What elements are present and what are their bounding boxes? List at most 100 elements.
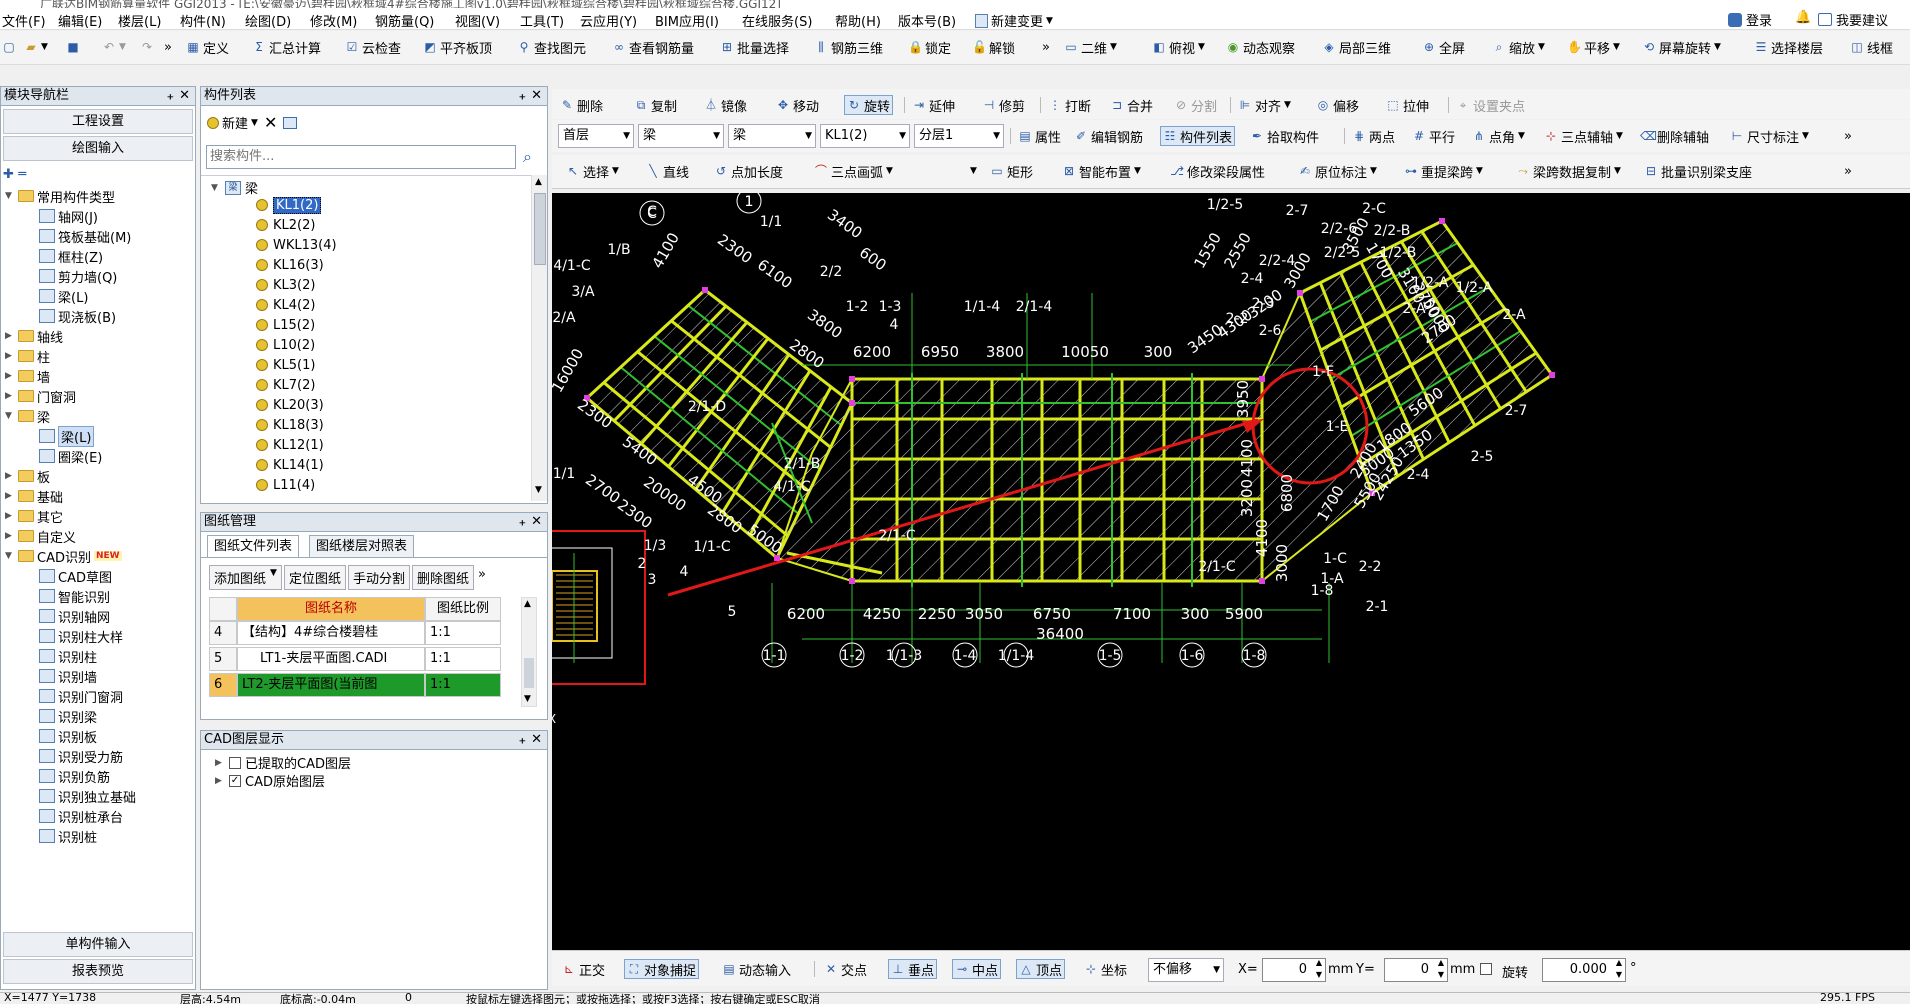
nav-folder[interactable]: ▶ 轴线 [5,327,63,346]
close-icon[interactable]: ✕ [531,731,542,749]
component-item[interactable]: KL18(3) [256,416,324,434]
delete-axis-button[interactable]: ⌫ 删除辅轴 [1638,126,1711,146]
intersection-button[interactable]: ✕ 交点 [822,959,869,979]
edit-rebar-button[interactable]: ✐ 编辑钢筋 [1072,126,1145,146]
nav-item[interactable]: 智能识别 [39,587,110,606]
nav-item[interactable]: 识别梁 [39,707,97,726]
nav-item[interactable]: 圈梁(E) [39,447,102,466]
project-settings-button[interactable]: 工程设置 [3,109,193,134]
more-icon[interactable]: » [476,565,488,590]
close-icon[interactable]: ✕ [179,87,190,105]
menu-component[interactable]: 构件(N) [180,11,226,30]
pin-icon[interactable]: ᚐ [520,88,525,106]
tree-root[interactable]: ▼ 梁梁 [211,178,258,197]
modify-beam-attr-button[interactable]: ⎇ 修改梁段属性 [1168,161,1267,181]
delete-drawing-button[interactable]: 删除图纸 [411,565,474,590]
nav-item[interactable]: 现浇板(B) [39,307,116,326]
copy-button[interactable]: ⧉ 复制 [632,95,679,115]
three-point-axis-button[interactable]: ⊹ 三点辅轴 ▼ [1542,126,1625,146]
extend-button[interactable]: ⇥ 延伸 [910,95,957,115]
expand-collapse-icon[interactable]: ✚ ═ [3,167,26,182]
checkbox-unchecked[interactable] [229,756,241,769]
three-point-arc-button[interactable]: ⌒ 三点画弧 ▼ [812,161,895,181]
drawing-name[interactable]: LT2-夹层平面图(当前图 [237,673,425,697]
collapse-icon[interactable]: ▼ [5,411,15,421]
batch-select-button[interactable]: ⊞ 批量选择 [718,37,791,57]
pick-component-button[interactable]: ✒ 拾取构件 [1248,126,1321,146]
undo-icon[interactable]: ↶ ▼ [100,37,128,57]
nav-folder[interactable]: ▶ 柱 [5,347,50,366]
expand-icon[interactable]: ▶ [5,371,15,381]
redo-icon[interactable]: ↷ [138,37,156,57]
nav-folder[interactable]: ▶ 门窗洞 [5,387,76,406]
offset-button[interactable]: ◎ 偏移 [1314,95,1361,115]
open-folder-icon[interactable]: ▰ ▼ [22,37,50,57]
unlock-button[interactable]: 🔓 解锁 [970,37,1017,57]
copy-icon[interactable] [283,116,298,129]
drawings-scrollbar[interactable]: ▲ ▼ [521,597,537,707]
drawing-scale[interactable]: 1:1 [425,647,501,671]
split-button[interactable]: ⊘ 分割 [1172,95,1219,115]
menu-rebar[interactable]: 钢筋量(Q) [375,11,434,30]
manual-split-button[interactable]: 手动分割 [347,565,410,590]
coordinate-button[interactable]: ⊹ 坐标 [1082,959,1129,979]
pin-icon[interactable]: ᚐ [520,732,525,750]
nav-folder[interactable]: ▼ 常用构件类型 [5,187,115,206]
expand-icon[interactable]: ▶ [5,531,15,541]
align-slab-top-button[interactable]: ◩ 平齐板顶 [421,37,494,57]
nav-item[interactable]: 框柱(Z) [39,247,103,266]
drawing-name[interactable]: LT1-夹层平面图.CADI [237,647,425,671]
nav-item[interactable]: 识别桩 [39,827,97,846]
summary-calc-button[interactable]: Σ 汇总计算 [250,37,323,57]
dropdown-arrow-icon[interactable]: ▼ [968,161,979,181]
close-icon[interactable]: ✕ [531,87,542,105]
nav-folder[interactable]: ▶ 其它 [5,507,63,526]
menu-view[interactable]: 视图(V) [455,11,500,30]
expand-icon[interactable]: ▶ [5,331,15,341]
rotate-checkbox[interactable] [1480,963,1492,978]
nav-folder[interactable]: ▶ 墙 [5,367,50,386]
nav-item[interactable]: 识别柱大样 [39,627,123,646]
menu-bim[interactable]: BIM应用(I) [655,11,719,30]
component-item[interactable]: KL2(2) [256,216,315,234]
close-icon[interactable]: ✕ [531,513,542,531]
search-input[interactable] [207,146,507,166]
rebar-3d-button[interactable]: ⫼ 钢筋三维 [812,37,885,57]
pin-icon[interactable]: ᚐ [168,88,173,106]
select-floor-button[interactable]: ☰ 选择楼层 [1752,37,1825,57]
in-place-mark-button[interactable]: ✍ 原位标注 ▼ [1296,161,1379,181]
nav-item[interactable]: 识别板 [39,727,97,746]
row-number[interactable]: 4 [209,621,237,645]
menu-draw[interactable]: 绘图(D) [245,11,291,30]
col-drawing-scale[interactable]: 图纸比例 [425,597,501,621]
nav-folder[interactable]: ▼ 梁 [5,407,50,426]
more4-icon[interactable]: » [1842,161,1854,181]
floor-select[interactable]: 首层 ▼ [558,124,634,148]
nav-folder[interactable]: ▶ 基础 [5,487,63,506]
copy-span-data-button[interactable]: ⤳ 梁跨数据复制 ▼ [1514,161,1623,181]
offset-mode-select[interactable]: 不偏移 ▼ [1148,958,1224,982]
properties-button[interactable]: ▤ 属性 [1016,126,1063,146]
two-point-button[interactable]: ⋕ 两点 [1350,126,1397,146]
x-input[interactable]: 0 ▲ ▼ [1262,958,1326,982]
set-grip-button[interactable]: ⌖ 设置夹点 [1454,95,1527,115]
tab-drawing-floors[interactable]: 图纸楼层对照表 [309,535,415,557]
y-input[interactable]: 0 ▲ ▼ [1384,958,1448,982]
nav-item[interactable]: 剪力墙(Q) [39,267,117,286]
select-button[interactable]: ↖ 选择 ▼ [564,161,621,181]
more-icon[interactable]: » [162,37,174,57]
layer-extracted[interactable]: ▶ 已提取的CAD图层 [215,753,351,772]
component-item[interactable]: KL7(2) [256,376,315,394]
nav-folder[interactable]: ▶ 自定义 [5,527,76,546]
local-3d-button[interactable]: ◈ 局部三维 [1320,37,1393,57]
menu-version[interactable]: 版本号(B) [898,11,956,30]
expand-icon[interactable]: ▶ [5,511,15,521]
nav-item[interactable]: 梁(L) [39,287,88,306]
menu-modify[interactable]: 修改(M) [310,11,357,30]
login-button[interactable]: 登录 [1728,10,1772,29]
wireframe-button[interactable]: ◫ 线框 [1848,37,1895,57]
pin-icon[interactable]: ᚐ [520,514,525,532]
expand-icon[interactable]: ▶ [5,351,15,361]
single-comp-input-button[interactable]: 单构件输入 [3,932,193,957]
component-item[interactable]: L11(4) [256,476,315,494]
